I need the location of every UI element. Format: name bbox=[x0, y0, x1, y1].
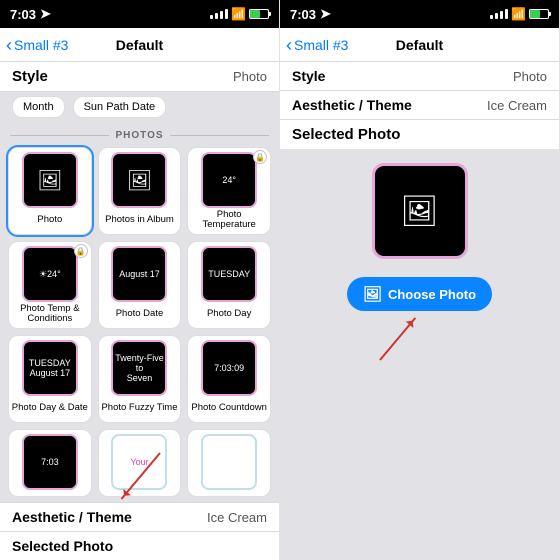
style-thumb: TUESDAY bbox=[201, 246, 257, 302]
style-thumb: August 17 bbox=[111, 246, 167, 302]
row-aesthetic[interactable]: Aesthetic / Theme Ice Cream bbox=[0, 502, 279, 531]
style-thumb: 7:03 bbox=[22, 434, 78, 490]
choose-photo-button[interactable]: 🖼 Choose Photo bbox=[347, 277, 492, 311]
lock-icon: 🔒 bbox=[253, 150, 267, 164]
style-card-temp-cond[interactable]: ☀24°Photo Temp & Conditions 🔒 bbox=[8, 241, 92, 329]
photo-icon: 🖼 bbox=[363, 285, 382, 303]
style-card-extra1[interactable]: Your bbox=[98, 429, 182, 497]
battery-icon bbox=[529, 9, 549, 19]
style-thumb: Twenty-Five to Seven bbox=[111, 340, 167, 396]
back-button[interactable]: ‹ Small #3 bbox=[280, 36, 348, 54]
style-caption: Photo Temp & Conditions bbox=[11, 304, 89, 324]
style-thumb: TUESDAY August 17 bbox=[22, 340, 78, 396]
status-time: 7:03 bbox=[290, 7, 316, 22]
style-card-fuzzy[interactable]: Twenty-Five to SevenPhoto Fuzzy Time bbox=[98, 335, 182, 423]
style-caption: Photo Fuzzy Time bbox=[101, 398, 177, 418]
status-bar: 7:03 ➤ 📶 bbox=[280, 0, 559, 28]
back-button[interactable]: ‹ Small #3 bbox=[0, 36, 68, 54]
style-thumb: 24° bbox=[201, 152, 257, 208]
row-style[interactable]: Style Photo bbox=[0, 62, 279, 92]
row-style-label: Style bbox=[12, 68, 48, 85]
nav-bar: ‹ Small #3 Default bbox=[280, 28, 559, 62]
style-thumb: 🖼 bbox=[111, 152, 167, 208]
page-title: Default bbox=[396, 37, 443, 53]
style-thumb bbox=[201, 434, 257, 490]
chevron-left-icon: ‹ bbox=[6, 36, 12, 54]
style-caption: Photo Date bbox=[116, 304, 164, 324]
selected-photo-preview[interactable]: 🖼 bbox=[372, 163, 468, 259]
choose-photo-label: Choose Photo bbox=[388, 287, 476, 302]
back-label: Small #3 bbox=[14, 37, 68, 53]
style-caption: Photo bbox=[37, 210, 62, 230]
row-aesthetic[interactable]: Aesthetic / Theme Ice Cream bbox=[280, 91, 559, 120]
selected-photo-area: 🖼 🖼 Choose Photo bbox=[280, 149, 559, 560]
cellular-icon bbox=[490, 9, 508, 19]
style-caption: Photo Day bbox=[207, 304, 251, 324]
battery-icon bbox=[249, 9, 269, 19]
row-selected-photo[interactable]: Selected Photo bbox=[0, 531, 279, 560]
wifi-icon: 📶 bbox=[511, 7, 526, 21]
photo-placeholder-icon: 🖼 bbox=[400, 194, 438, 229]
style-card-time[interactable]: 7:03 bbox=[8, 429, 92, 497]
style-scroll[interactable]: Month Sun Path Date PHOTOS 🖼Photo🖼Photos… bbox=[0, 92, 279, 560]
style-card-date[interactable]: August 17Photo Date bbox=[98, 241, 182, 329]
style-caption: Photo Day & Date bbox=[12, 398, 88, 418]
style-card-extra2[interactable] bbox=[187, 429, 271, 497]
style-thumb: 🖼 bbox=[22, 152, 78, 208]
annotation-arrow bbox=[379, 317, 416, 360]
style-thumb: 7:03:09 bbox=[201, 340, 257, 396]
style-card-day-date[interactable]: TUESDAY August 17Photo Day & Date bbox=[8, 335, 92, 423]
location-icon: ➤ bbox=[40, 6, 51, 22]
cellular-icon bbox=[210, 9, 228, 19]
row-style[interactable]: Style Photo bbox=[280, 62, 559, 91]
style-caption: Photos in Album bbox=[105, 210, 174, 230]
style-caption: Photo Temperature bbox=[190, 210, 268, 230]
row-style-value: Photo bbox=[233, 69, 267, 84]
chip-sunpath[interactable]: Sun Path Date bbox=[73, 96, 167, 118]
style-card-day[interactable]: TUESDAYPhoto Day bbox=[187, 241, 271, 329]
row-selected-photo: Selected Photo bbox=[280, 120, 559, 149]
lock-icon: 🔒 bbox=[74, 244, 88, 258]
screenshot-left: 7:03 ➤ 📶 ‹ Small #3 Default Style Photo … bbox=[0, 0, 280, 560]
screenshot-right: 7:03 ➤ 📶 ‹ Small #3 Default Style Photo … bbox=[280, 0, 560, 560]
style-grid: 🖼Photo🖼Photos in Album24°Photo Temperatu… bbox=[0, 147, 279, 497]
chevron-left-icon: ‹ bbox=[286, 36, 292, 54]
style-thumb: ☀24° bbox=[22, 246, 78, 302]
location-icon: ➤ bbox=[320, 6, 331, 22]
style-thumb: Your bbox=[111, 434, 167, 490]
status-bar: 7:03 ➤ 📶 bbox=[0, 0, 279, 28]
wifi-icon: 📶 bbox=[231, 7, 246, 21]
nav-bar: ‹ Small #3 Default bbox=[0, 28, 279, 62]
style-card-photo[interactable]: 🖼Photo bbox=[8, 147, 92, 235]
style-card-in-album[interactable]: 🖼Photos in Album bbox=[98, 147, 182, 235]
back-label: Small #3 bbox=[294, 37, 348, 53]
style-card-temp[interactable]: 24°Photo Temperature 🔒 bbox=[187, 147, 271, 235]
status-time: 7:03 bbox=[10, 7, 36, 22]
style-caption: Photo Countdown bbox=[191, 398, 267, 418]
style-card-countdown[interactable]: 7:03:09Photo Countdown bbox=[187, 335, 271, 423]
chip-month[interactable]: Month bbox=[12, 96, 65, 118]
page-title: Default bbox=[116, 37, 163, 53]
section-photos: PHOTOS bbox=[0, 126, 279, 147]
